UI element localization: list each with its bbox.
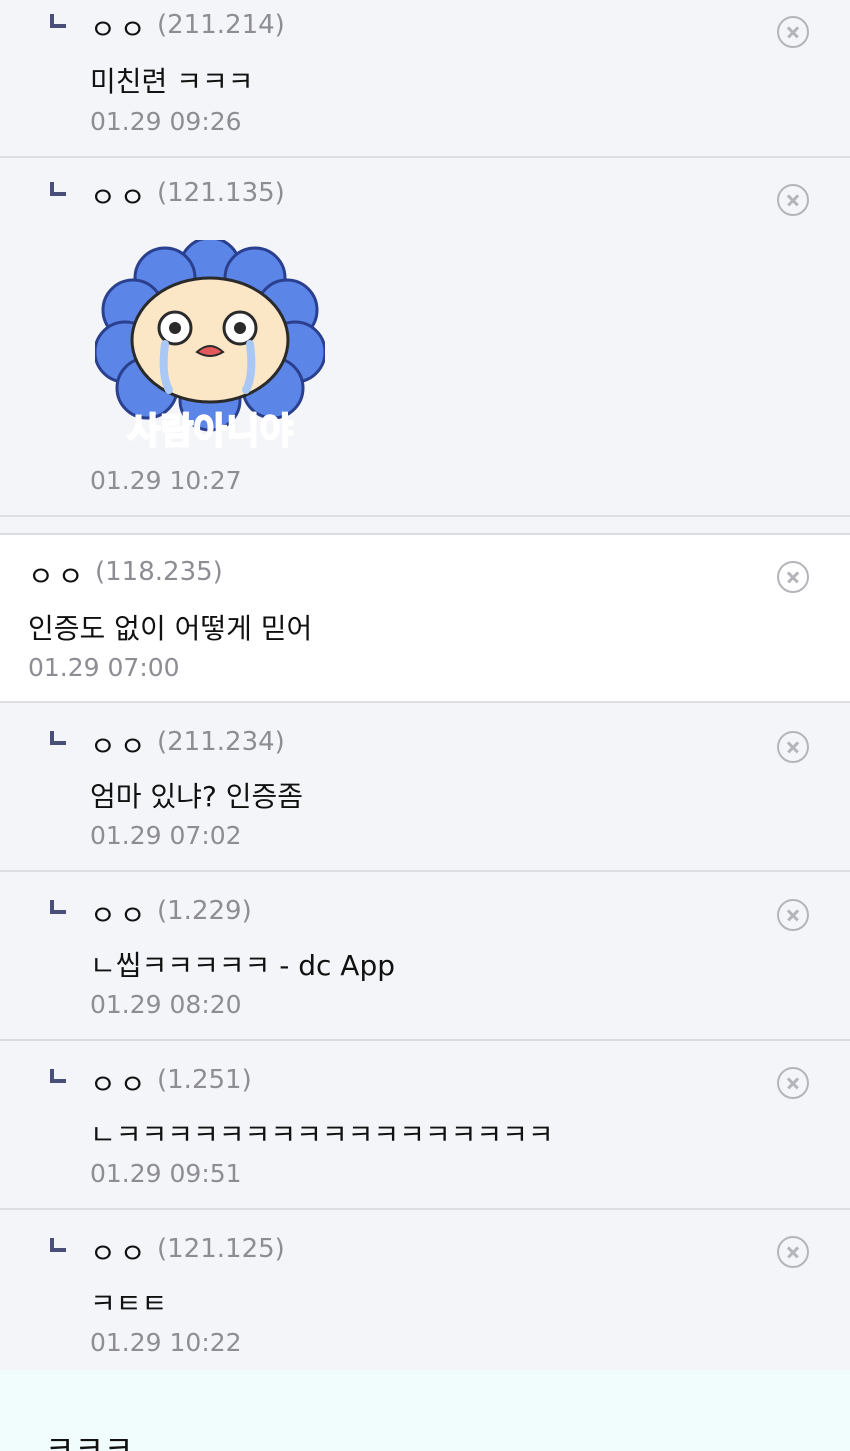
comment-nickname[interactable]: ㅇㅇ: [90, 8, 150, 48]
comment-date: 01.29 10:22: [90, 1328, 242, 1357]
comment-nickname[interactable]: ㅇㅇ: [90, 894, 150, 934]
comment-nickname[interactable]: ㅇㅇ: [90, 1063, 150, 1103]
comment-date: 01.29 09:51: [90, 1159, 242, 1188]
reply-arrow-icon: [50, 731, 66, 745]
comment-text: ㄴ씹ㅋㅋㅋㅋㅋ - dc App: [90, 949, 395, 982]
comment-ip: (118.235): [95, 557, 223, 587]
reply-comment: ㅇㅇ (1.251) ㄴㅋㅋㅋㅋㅋㅋㅋㅋㅋㅋㅋㅋㅋㅋㅋㅋㅋ 01.29 09:5…: [0, 1041, 850, 1210]
delete-comment-button[interactable]: [777, 731, 809, 763]
comment-ip: (211.214): [157, 10, 285, 40]
delete-comment-button[interactable]: [777, 899, 809, 931]
comment-ip: (121.135): [157, 178, 285, 208]
comment-date: 01.29 07:02: [90, 821, 242, 850]
reply-arrow-icon: [50, 1069, 66, 1083]
comment-date: 01.29 09:26: [90, 107, 242, 136]
reply-comment: ㅇㅇ (121.125) ㅋㅌㅌ 01.29 10:22: [0, 1210, 850, 1370]
reply-comment: ㅇㅇ (1.229) ㄴ씹ㅋㅋㅋㅋㅋ - dc App 01.29 08:20: [0, 872, 850, 1041]
delete-comment-button[interactable]: [777, 561, 809, 593]
reply-arrow-icon: [50, 1238, 66, 1252]
comment-nickname[interactable]: ㅇㅇ: [90, 725, 150, 765]
delete-comment-button[interactable]: [777, 1067, 809, 1099]
comment-ip: (1.251): [157, 1065, 252, 1095]
comment-text: 미친련 ㅋㅋㅋ: [90, 65, 254, 98]
reply-arrow-icon: [50, 14, 66, 28]
comment-date: 01.29 08:20: [90, 990, 242, 1019]
top-level-comment: ㅇㅇ (118.235) 인증도 없이 어떻게 믿어 01.29 07:00: [0, 533, 850, 703]
comment-list-page: ㅇㅇ (211.214) 미친련 ㅋㅋㅋ 01.29 09:26 ㅇㅇ (121…: [0, 0, 850, 1451]
reply-comment: ㅇㅇ (211.214) 미친련 ㅋㅋㅋ 01.29 09:26: [0, 0, 850, 158]
crying-flower-sticker: 사람아니야: [95, 240, 325, 453]
sticker-face: [130, 276, 290, 404]
reply-arrow-icon: [50, 182, 66, 196]
comment-date: 01.29 07:00: [28, 653, 180, 682]
comment-nickname[interactable]: ㅇㅇ: [28, 555, 88, 595]
delete-comment-button[interactable]: [777, 184, 809, 216]
reply-comment: ㅇㅇ (211.234) 엄마 있냐? 인증좀 01.29 07:02: [0, 703, 850, 872]
comment-text: ㅋㅌㅌ: [90, 1287, 168, 1320]
comment-ip: (211.234): [157, 727, 285, 757]
delete-comment-button[interactable]: [777, 1236, 809, 1268]
comment-text: ㄴㅋㅋㅋㅋㅋㅋㅋㅋㅋㅋㅋㅋㅋㅋㅋㅋㅋ: [90, 1118, 554, 1151]
comment-text: 엄마 있냐? 인증좀: [90, 780, 303, 813]
comment-ip: (121.125): [157, 1234, 285, 1264]
comment-ip: (1.229): [157, 896, 252, 926]
reply-arrow-icon: [50, 900, 66, 914]
next-post-text: ㅋㅋㅋ: [45, 1429, 134, 1451]
comment-text: 인증도 없이 어떻게 믿어: [28, 612, 313, 645]
sticker-caption: 사람아니야: [127, 411, 293, 452]
comment-nickname[interactable]: ㅇㅇ: [90, 176, 150, 216]
comment-group-spacer: [0, 517, 850, 533]
comment-nickname[interactable]: ㅇㅇ: [90, 1232, 150, 1272]
comment-date: 01.29 10:27: [90, 466, 242, 495]
delete-comment-button[interactable]: [777, 16, 809, 48]
